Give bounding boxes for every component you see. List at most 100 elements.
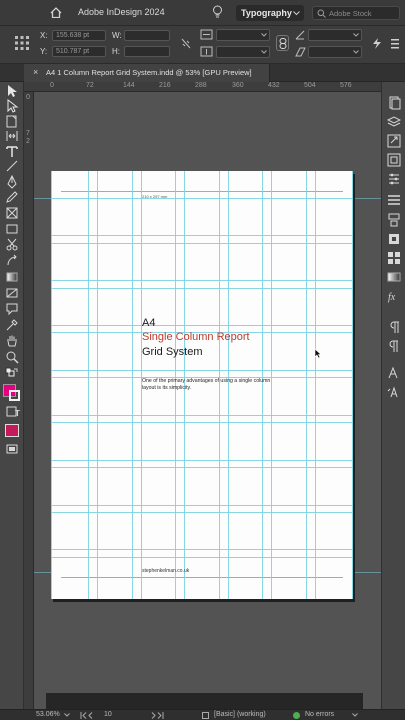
rotation-dropdown[interactable] (308, 29, 362, 41)
type-tool-icon[interactable] (5, 144, 19, 158)
default-fill-stroke-icon[interactable] (5, 367, 19, 381)
y-position-field[interactable]: 510.787 pt (52, 46, 106, 57)
scale-x-dropdown[interactable] (216, 29, 270, 41)
row-guide (51, 512, 353, 513)
character-styles-icon[interactable] (387, 385, 401, 399)
note-tool-icon[interactable] (5, 302, 19, 316)
mouse-cursor-icon (314, 348, 322, 359)
constrain-scale-button[interactable] (276, 35, 289, 51)
horizontal-ruler[interactable]: 0 72 144 216 288 360 432 504 576 (24, 82, 381, 92)
shear-angle-icon[interactable] (294, 46, 307, 58)
close-tab-icon[interactable]: × (33, 67, 38, 77)
page-number[interactable]: 10 (104, 711, 112, 718)
gap-tool-icon[interactable] (5, 129, 19, 143)
page-navigation-next-icon[interactable] (148, 712, 164, 719)
free-transform-tool-icon[interactable] (5, 254, 19, 268)
paragraph-styles-icon[interactable] (387, 339, 401, 353)
selection-tool-icon[interactable] (5, 84, 19, 98)
eyedropper-tool-icon[interactable] (5, 318, 19, 332)
gradient-feather-tool-icon[interactable] (5, 286, 19, 300)
properties-panel-icon[interactable] (387, 172, 401, 186)
cc-libraries-icon[interactable] (387, 153, 401, 167)
row-guide (51, 415, 353, 416)
constrain-proportions-icon[interactable] (180, 37, 192, 50)
links-panel-icon[interactable] (387, 134, 401, 148)
scale-y-dropdown[interactable] (216, 46, 270, 58)
zoom-tool-icon[interactable] (5, 350, 19, 364)
lightbulb-icon[interactable] (212, 5, 223, 20)
scissors-tool-icon[interactable] (5, 238, 19, 252)
gradient-tool-icon[interactable] (5, 270, 19, 284)
svg-text:fx: fx (388, 292, 396, 303)
align-panel-icon[interactable] (387, 213, 401, 227)
chevron-down-icon (353, 33, 359, 37)
character-panel-icon[interactable] (387, 366, 401, 380)
scale-x-icon[interactable] (200, 29, 214, 41)
screen-mode-icon[interactable] (5, 442, 19, 456)
home-icon[interactable] (50, 7, 62, 18)
width-field[interactable] (124, 30, 170, 41)
y-label: Y: (40, 47, 48, 56)
stroke-panel-icon[interactable] (387, 194, 401, 208)
search-icon (317, 9, 326, 18)
ruler-mark: 288 (195, 82, 207, 89)
reference-point-icon[interactable] (14, 35, 30, 51)
row-guide (51, 288, 353, 289)
swatches-panel-icon[interactable] (387, 251, 401, 265)
color-panel-icon[interactable] (387, 232, 401, 246)
pencil-tool-icon[interactable] (5, 190, 19, 204)
footer-url[interactable]: stephenkelman.co.uk (142, 568, 189, 574)
ruler-mark: 432 (268, 82, 280, 89)
lightning-icon[interactable] (371, 37, 383, 50)
pasteboard[interactable]: 210 x 297 mm A4 Single Column Report Gri… (34, 92, 381, 709)
apply-color-swatch[interactable] (5, 424, 19, 437)
rectangle-tool-icon[interactable] (5, 222, 19, 236)
row-guide (51, 422, 353, 423)
ruler-mark: 0 (50, 82, 54, 89)
zoom-level[interactable]: 53.06% (36, 711, 60, 718)
page-navigation-prev-icon[interactable] (80, 712, 96, 719)
gradient-panel-icon[interactable] (387, 270, 401, 284)
direct-selection-tool-icon[interactable] (5, 99, 19, 113)
height-field[interactable] (124, 46, 170, 57)
row-guide (51, 280, 353, 281)
vertical-ruler[interactable]: 0 7 2 (24, 92, 34, 709)
style-status[interactable]: [Basic] (working) (214, 711, 266, 718)
hand-tool-icon[interactable] (5, 334, 19, 348)
pages-panel-icon[interactable] (387, 96, 401, 110)
preflight-status[interactable]: No errors (305, 711, 334, 718)
formatting-affects-text-icon[interactable]: T (15, 409, 20, 418)
ruler-mark: 216 (159, 82, 171, 89)
effects-panel-icon[interactable]: fx (387, 289, 401, 303)
row-guide (51, 505, 353, 506)
document-open-icon[interactable] (202, 712, 209, 719)
chain-link-icon (279, 38, 287, 49)
rotate-angle-icon[interactable] (294, 29, 307, 41)
layers-panel-icon[interactable] (387, 115, 401, 129)
workspace-switcher[interactable]: Typography (236, 5, 304, 21)
paragraph-panel-icon[interactable] (387, 320, 401, 334)
chevron-down-icon[interactable] (64, 713, 70, 718)
ruler-mark: 7 (26, 130, 30, 137)
workspace-label: Typography (241, 8, 292, 18)
heading-single-column-report[interactable]: Single Column Report (142, 331, 250, 343)
chevron-down-icon[interactable] (352, 713, 358, 718)
stroke-swatch[interactable] (9, 390, 20, 401)
x-label: X: (40, 31, 48, 40)
pen-tool-icon[interactable] (5, 175, 19, 189)
panel-menu-icon[interactable] (391, 39, 399, 49)
heading-grid-system[interactable]: Grid System (142, 346, 203, 358)
page-tool-icon[interactable] (5, 114, 19, 128)
heading-a4[interactable]: A4 (142, 317, 155, 329)
body-text[interactable]: One of the primary advantages of using a… (142, 378, 272, 392)
line-tool-icon[interactable] (5, 159, 19, 173)
document-page[interactable]: 210 x 297 mm A4 Single Column Report Gri… (51, 171, 353, 599)
x-position-field[interactable]: 155.638 pt (52, 30, 106, 41)
adobe-stock-search[interactable]: Adobe Stock (312, 6, 400, 20)
shear-dropdown[interactable] (308, 46, 362, 58)
row-guide (51, 325, 353, 326)
document-tab[interactable]: × A4 1 Column Report Grid System.indd @ … (24, 64, 270, 82)
frame-tool-icon[interactable] (5, 206, 19, 220)
scale-y-icon[interactable] (200, 46, 214, 58)
application-bar: Adobe InDesign 2024 Typography Adobe Sto… (0, 0, 405, 26)
